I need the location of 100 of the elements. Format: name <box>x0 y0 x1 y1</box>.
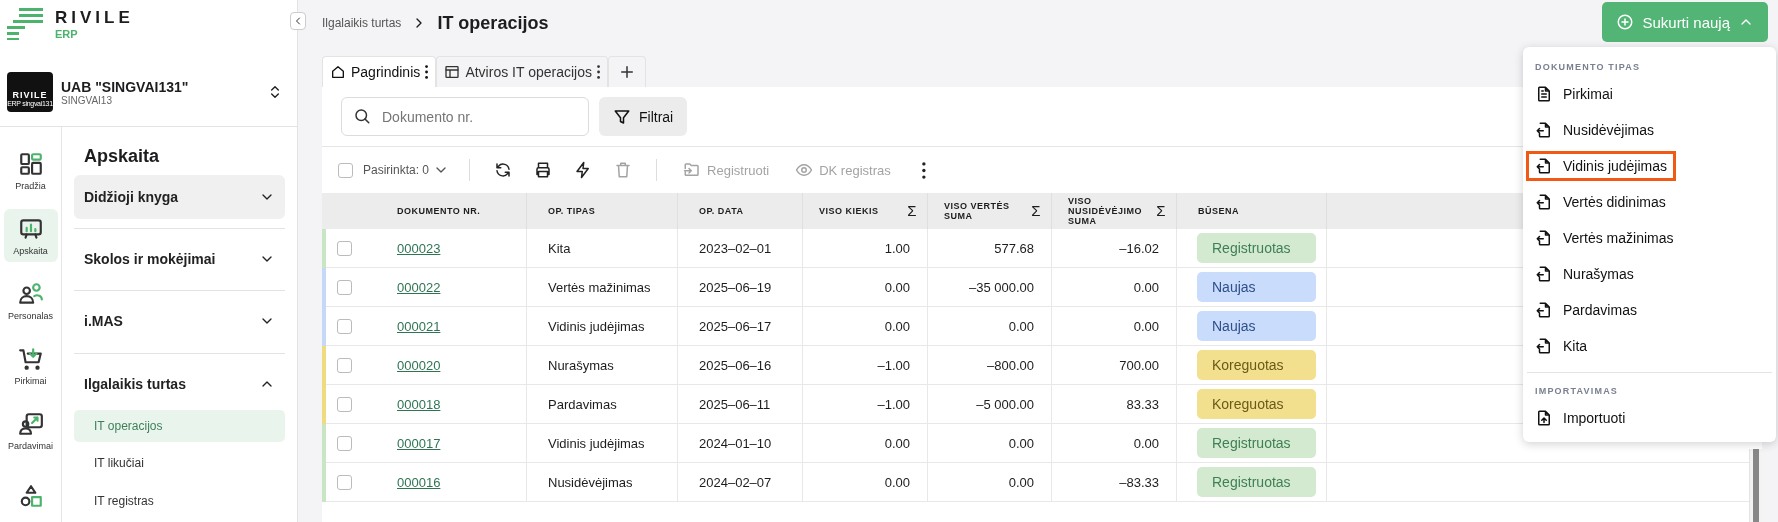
document-arrow-icon <box>1535 121 1553 139</box>
nav-item[interactable]: IT likučiai <box>74 447 285 480</box>
table-cell: 0.00 <box>1052 424 1177 463</box>
table-cell: Vidinis judėjimas <box>527 424 678 463</box>
document-arrow-icon <box>1535 265 1553 283</box>
document-arrow-icon <box>1535 193 1553 211</box>
status-badge: Registruotas <box>1197 428 1316 458</box>
table-cell: 0.00 <box>928 424 1052 463</box>
company-code: SINGVAI13 <box>61 94 113 106</box>
table-cell: –1.00 <box>803 346 928 385</box>
menu-item[interactable]: Nurašymas <box>1523 256 1776 292</box>
row-checkbox[interactable] <box>337 318 352 334</box>
row-checkbox[interactable] <box>337 474 352 490</box>
table-cell: –83.33 <box>1052 463 1177 502</box>
rail-item[interactable]: Personalas <box>3 274 58 327</box>
document-arrow-icon <box>1535 157 1553 175</box>
presentation-icon <box>17 410 44 437</box>
section-title: Apskaita <box>83 145 161 168</box>
document-link[interactable]: 000022 <box>397 279 441 295</box>
status-badge: Registruotas <box>1197 467 1316 497</box>
column-header: VISO KIEKIS Σ <box>803 193 928 229</box>
selection-dropdown[interactable]: Pasirinkta: 0 <box>359 162 454 178</box>
status-badge: Koreguotas <box>1197 350 1316 380</box>
table-cell: 83.33 <box>1052 385 1177 424</box>
plus-circle-icon <box>1616 13 1635 31</box>
collapse-button[interactable] <box>290 12 306 30</box>
kebab-icon <box>921 161 926 179</box>
tab[interactable]: Pagrindinis <box>322 56 437 87</box>
add-tab-button[interactable] <box>608 56 647 87</box>
column-header: DOKUMENTO NR. <box>397 193 527 229</box>
table-cell: 2025–06–16 <box>678 346 803 385</box>
logo-name: RIVILE <box>55 8 134 28</box>
table-cell: 0.00 <box>803 424 928 463</box>
table-cell: Vidinis judėjimas <box>527 307 678 346</box>
refresh-icon <box>494 161 513 179</box>
cart-icon <box>17 345 44 372</box>
menu-item[interactable]: Kita <box>1523 328 1776 364</box>
document-icon <box>1535 85 1553 103</box>
row-checkbox[interactable] <box>337 396 352 412</box>
table-cell: 0.00 <box>928 463 1052 502</box>
status-badge: Naujas <box>1197 311 1316 341</box>
rail-item[interactable]: Apskaita <box>3 209 58 262</box>
nav-group[interactable]: Ilgalaikis turtas <box>74 361 285 406</box>
import-icon <box>683 161 702 179</box>
logo-icon <box>7 8 43 40</box>
menu-item[interactable]: Pirkimai <box>1523 76 1776 112</box>
table-cell: 577.68 <box>928 229 1052 268</box>
document-link[interactable]: 000020 <box>397 357 441 373</box>
row-checkbox[interactable] <box>337 435 352 451</box>
menu-item[interactable]: Vertės didinimas <box>1523 184 1776 220</box>
table-cell: 2025–06–17 <box>678 307 803 346</box>
breadcrumb-link[interactable]: Ilgalaikis turtas <box>322 16 402 30</box>
filter-button[interactable]: Filtrai <box>599 97 688 136</box>
document-link[interactable]: 000023 <box>397 240 441 256</box>
nav-item[interactable]: IT operacijos <box>74 409 285 443</box>
menu-section-title: IMPORTAVIMAS <box>1534 385 1620 398</box>
menu-item[interactable]: Importuoti <box>1523 400 1776 436</box>
status-badge: Naujas <box>1197 272 1316 302</box>
column-header: VISO NUSIDĖVĖJIMO SUMA Σ <box>1052 193 1177 229</box>
home-icon <box>330 64 346 80</box>
table-cell: 2025–06–19 <box>678 268 803 307</box>
table-cell: 1.00 <box>803 229 928 268</box>
document-arrow-icon <box>1535 301 1553 319</box>
nav-item[interactable]: IT registras <box>74 484 285 517</box>
select-all-checkbox[interactable] <box>338 162 353 178</box>
table-cell: 0.00 <box>928 307 1052 346</box>
table-cell: Nusidėvėjimas <box>527 463 678 502</box>
status-badge: Registruotas <box>1197 233 1316 263</box>
rail-item[interactable]: Pardavimai <box>3 404 58 457</box>
row-checkbox[interactable] <box>337 240 352 256</box>
table-cell: 2024–02–07 <box>678 463 803 502</box>
table-cell: –5 000.00 <box>928 385 1052 424</box>
column-header: OP. TIPAS <box>527 193 678 229</box>
document-link[interactable]: 000016 <box>397 474 441 490</box>
search-field[interactable]: Dokumento nr. <box>341 97 589 136</box>
menu-item[interactable]: Nusidėvėjimas <box>1523 112 1776 148</box>
row-checkbox[interactable] <box>337 357 352 373</box>
page-title: IT operacijos <box>437 12 549 34</box>
document-link[interactable]: 000018 <box>397 396 441 412</box>
scrollbar[interactable] <box>1749 449 1762 522</box>
table-cell: Nurašymas <box>527 346 678 385</box>
rail-item[interactable]: Pradžia <box>3 144 58 197</box>
document-link[interactable]: 000021 <box>397 318 441 334</box>
table-cell: 0.00 <box>803 307 928 346</box>
document-link[interactable]: 000017 <box>397 435 441 451</box>
table-cell: Pardavimas <box>527 385 678 424</box>
table-cell: 700.00 <box>1052 346 1177 385</box>
menu-item[interactable]: Pardavimas <box>1523 292 1776 328</box>
row-checkbox[interactable] <box>337 279 352 295</box>
people-icon <box>17 280 44 307</box>
menu-item[interactable]: Vertės mažinimas <box>1523 220 1776 256</box>
menu-item[interactable]: Vidinis judėjimas <box>1523 148 1679 184</box>
tab[interactable]: Atviros IT operacijos <box>436 56 609 87</box>
company-name: UAB "SINGVAI131" <box>61 78 190 95</box>
status-badge: Koreguotas <box>1197 389 1316 419</box>
document-arrow-icon <box>1535 229 1553 247</box>
table-cell: 0.00 <box>803 268 928 307</box>
document-upload-icon <box>1535 409 1553 427</box>
rail-item[interactable]: Pirkimai <box>3 339 58 392</box>
eye-icon <box>795 161 814 179</box>
